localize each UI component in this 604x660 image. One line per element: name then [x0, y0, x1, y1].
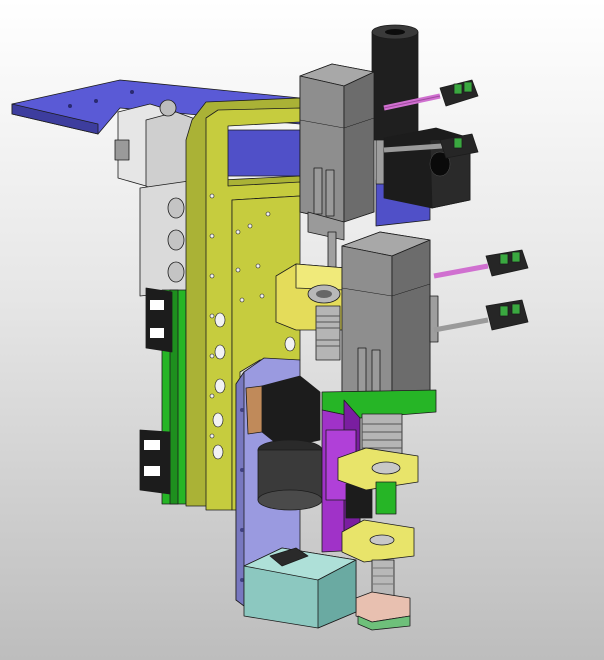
linear-slide-rail: [139, 287, 187, 505]
black-clamp-lower: [139, 429, 171, 495]
cad-viewport[interactable]: [0, 0, 604, 660]
teal-sensor-block: [243, 547, 357, 629]
black-clamp-upper: [145, 287, 173, 353]
pneumatic-valve: [114, 99, 199, 297]
lower-cable-harness: [433, 249, 529, 333]
lower-servo-motor: [341, 231, 439, 411]
cad-assembly-model: [11, 24, 529, 631]
black-air-cylinder: [371, 24, 419, 141]
upper-shaft-coupling: [315, 305, 341, 361]
